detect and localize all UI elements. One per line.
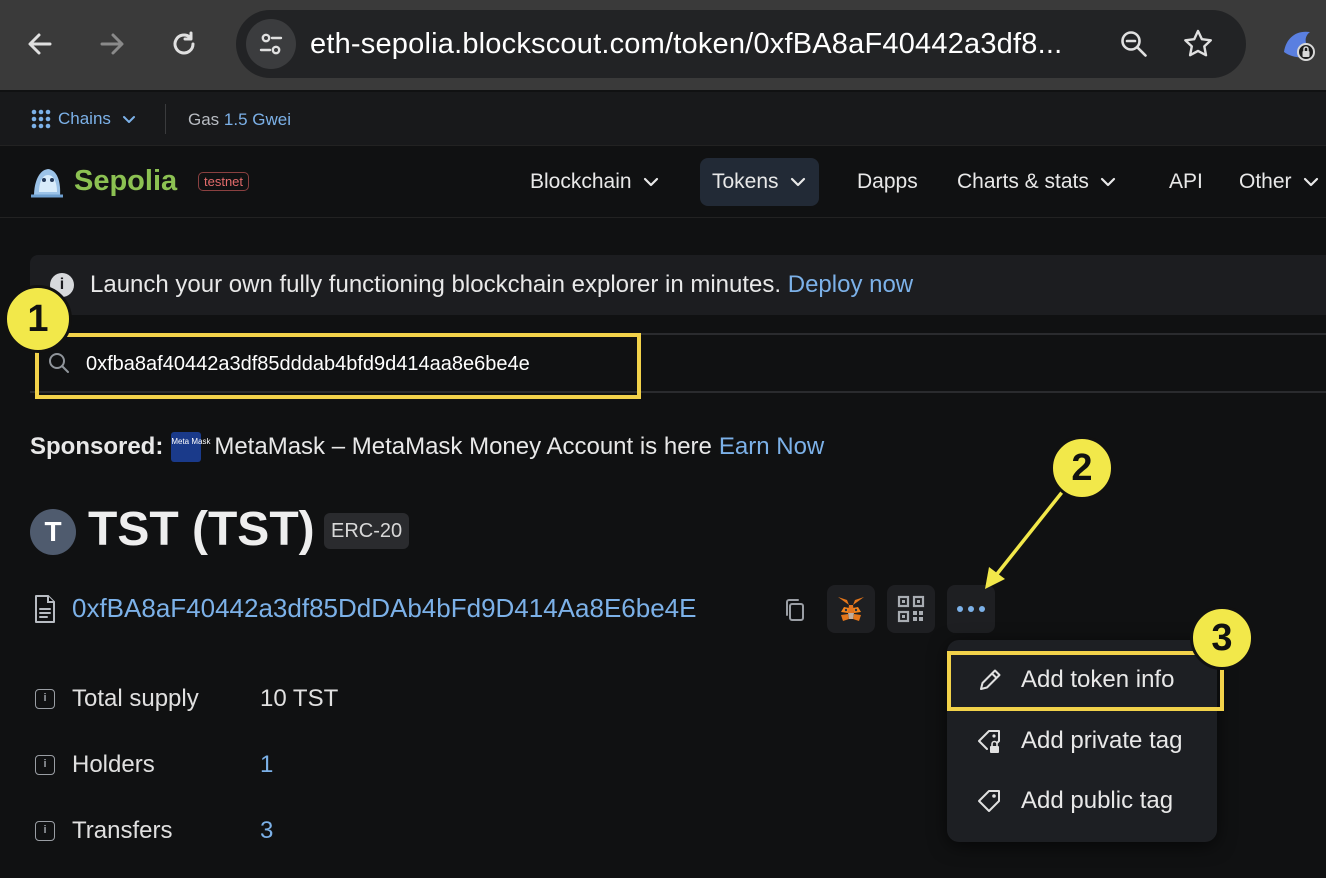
zoom-out-icon: [1121, 31, 1147, 57]
zoom-button[interactable]: [1114, 24, 1154, 64]
tag-icon: [975, 787, 1005, 815]
nav-api[interactable]: API: [1169, 158, 1203, 206]
nav-other[interactable]: Other: [1239, 158, 1320, 206]
info-icon[interactable]: i: [35, 821, 55, 841]
url-text[interactable]: eth-sepolia.blockscout.com/token/0xfBA8a…: [310, 28, 1062, 61]
deploy-now-link[interactable]: Deploy now: [788, 271, 913, 298]
chains-menu[interactable]: Chains: [30, 108, 137, 130]
grid-icon: [31, 109, 51, 129]
chevron-down-icon: [122, 116, 135, 123]
reload-button[interactable]: [162, 22, 206, 66]
sponsored-label: Sponsored:: [30, 433, 164, 460]
stat-value-holders[interactable]: 1: [260, 751, 273, 779]
earn-now-link[interactable]: Earn Now: [719, 433, 824, 461]
nav-tokens[interactable]: Tokens: [700, 158, 819, 206]
arrow-right-icon: [100, 33, 124, 55]
metamask-fox-icon: [838, 597, 864, 621]
chevron-down-icon: [643, 177, 658, 187]
stat-label-total-supply: Total supply: [72, 685, 199, 712]
divider: [165, 104, 166, 134]
star-icon: [1184, 29, 1212, 57]
nav-label: Other: [1239, 170, 1292, 193]
gas-value: 1.5 Gwei: [223, 110, 292, 129]
site-header: Sepolia testnet Blockchain Tokens Dapps …: [0, 146, 1326, 218]
browser-toolbar: eth-sepolia.blockscout.com/token/0xfBA8a…: [0, 0, 1326, 90]
menu-item-add-public-tag[interactable]: Add public tag: [947, 775, 1217, 827]
stat-label-holders: Holders: [72, 751, 155, 778]
nav-label: Charts & stats: [957, 170, 1089, 193]
logo-text: Sepolia: [74, 164, 178, 197]
nav-dapps[interactable]: Dapps: [857, 158, 918, 206]
info-icon[interactable]: i: [35, 755, 55, 775]
tune-icon: [259, 33, 283, 55]
site-info-button[interactable]: [246, 19, 296, 69]
sponsored-text: MetaMask – MetaMask Money Account is her…: [214, 433, 712, 460]
menu-item-add-private-tag[interactable]: Add private tag: [947, 715, 1217, 767]
token-address-link[interactable]: 0xfBA8aF40442a3df85DdDAb4bFd9D414Aa8E6be…: [72, 593, 696, 624]
nav-blockchain[interactable]: Blockchain: [530, 158, 660, 206]
nav-charts-stats[interactable]: Charts & stats: [957, 158, 1117, 206]
token-avatar: T: [30, 509, 76, 555]
nav-label: API: [1169, 170, 1203, 193]
menu-item-label: Add public tag: [1021, 787, 1174, 814]
banner-text: Launch your own fully functioning blockc…: [90, 271, 913, 299]
profile-extension-icon: [1284, 31, 1315, 61]
callout-3: 3: [1190, 606, 1254, 670]
info-icon[interactable]: i: [35, 689, 55, 709]
contract-file-icon: [35, 595, 55, 623]
bookmark-button[interactable]: [1178, 24, 1218, 64]
nav-label: Dapps: [857, 170, 918, 193]
metamask-logo: Meta Mask: [171, 432, 210, 462]
sponsored-ad: Sponsored: Meta Mask MetaMask – MetaMask…: [30, 432, 824, 462]
banner-message: Launch your own fully functioning blockc…: [90, 271, 782, 298]
reload-icon: [173, 31, 195, 55]
back-button[interactable]: [18, 22, 62, 66]
copy-icon[interactable]: [784, 598, 806, 622]
nav-label: Blockchain: [530, 170, 632, 193]
chains-label: Chains: [58, 109, 111, 128]
promo-banner: i Launch your own fully functioning bloc…: [30, 255, 1326, 315]
chevron-down-icon: [1100, 177, 1115, 187]
stat-label-transfers: Transfers: [72, 817, 173, 844]
chevron-down-icon: [790, 177, 805, 187]
arrow-left-icon: [28, 33, 52, 55]
address-bar[interactable]: eth-sepolia.blockscout.com/token/0xfBA8a…: [236, 10, 1246, 78]
chevron-down-icon: [1303, 177, 1318, 187]
private-tag-icon: [975, 727, 1005, 755]
qr-code-icon: [897, 595, 925, 623]
more-horizontal-icon: [957, 606, 985, 612]
gas-price[interactable]: Gas 1.5 Gwei: [188, 110, 291, 130]
callout-1: 1: [4, 285, 72, 353]
add-token-info-highlight: [947, 651, 1224, 711]
extension-button[interactable]: [1276, 22, 1322, 68]
nav-label: Tokens: [712, 170, 779, 193]
add-to-metamask-button[interactable]: [827, 585, 875, 633]
callout-arrow: [985, 489, 1065, 589]
blockscout-mascot-icon: [31, 169, 63, 198]
forward-button[interactable]: [90, 22, 134, 66]
callout-2: 2: [1050, 436, 1114, 500]
token-title: TST (TST): [88, 503, 315, 556]
stat-value-transfers[interactable]: 3: [260, 817, 273, 845]
token-standard-badge: ERC-20: [324, 513, 410, 549]
sepolia-logo[interactable]: Sepolia: [28, 162, 177, 200]
stat-value-total-supply: 10 TST: [260, 685, 339, 712]
gas-label: Gas: [188, 110, 220, 129]
testnet-badge: testnet: [198, 172, 250, 191]
qr-code-button[interactable]: [887, 585, 935, 633]
menu-item-label: Add private tag: [1021, 727, 1183, 754]
search-highlight: [35, 333, 641, 399]
chain-info-bar: Chains Gas 1.5 Gwei: [0, 92, 1326, 146]
